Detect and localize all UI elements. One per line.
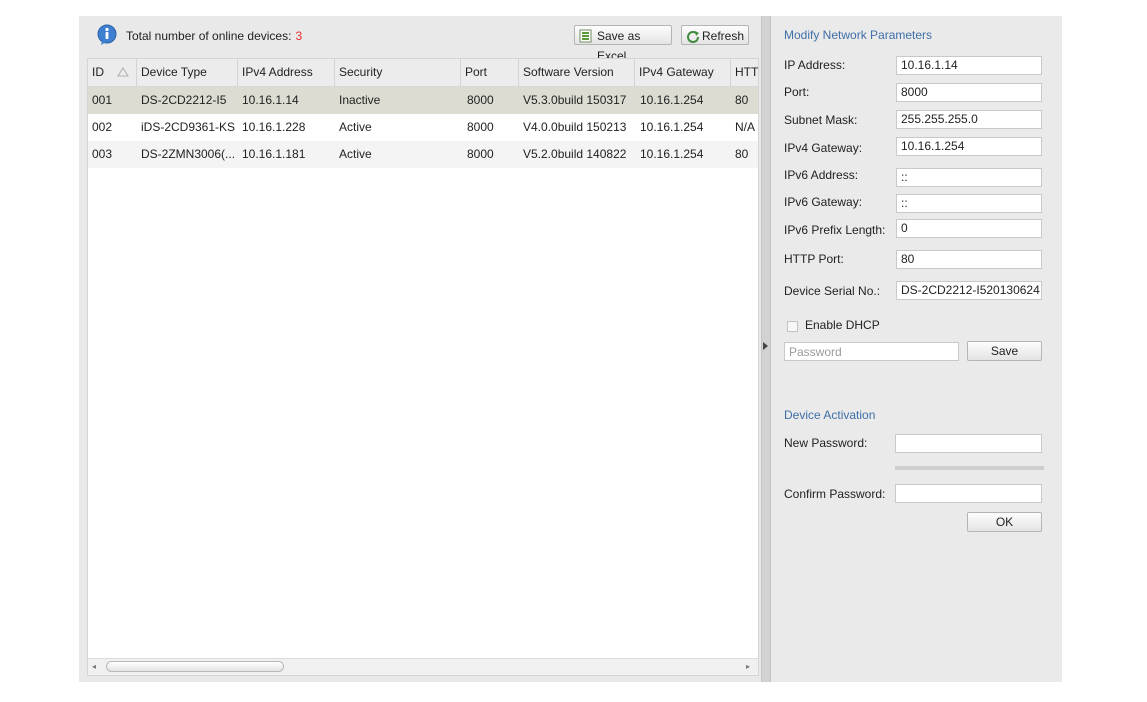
cell-http-port: N/A (735, 120, 756, 134)
cell-ipv4-address: 10.16.1.14 (242, 93, 299, 107)
new-password-label: New Password: (784, 436, 868, 450)
sadp-window: Total number of online devices: 3 Save as… (79, 16, 1062, 682)
ipv6-prefix-length-field[interactable]: 0 (896, 219, 1042, 238)
ok-button[interactable]: OK (967, 512, 1042, 532)
online-devices-label: Total number of online devices: 3 (126, 29, 303, 43)
cell-port: 8000 (467, 147, 494, 161)
modify-network-parameters-title: Modify Network Parameters (784, 28, 933, 42)
table-row[interactable]: 001 DS-2CD2212-I5 10.16.1.14 Inactive 80… (88, 87, 758, 114)
cell-port: 8000 (467, 93, 494, 107)
cell-security: Active (339, 120, 372, 134)
table-row[interactable]: 002 iDS-2CD9361-KS 10.16.1.228 Active 80… (88, 114, 758, 141)
table-header: ID Device Type IPv4 Address Security Por… (88, 59, 758, 87)
confirm-password-field[interactable] (895, 484, 1042, 503)
password-strength-bar (895, 466, 1044, 470)
column-header-ipv4-gateway[interactable]: IPv4 Gateway (635, 59, 731, 86)
http-port-field[interactable]: 80 (896, 250, 1042, 269)
scroll-left-arrow-icon[interactable]: ◂ (92, 662, 100, 672)
refresh-icon (687, 31, 699, 43)
cell-ipv4-gateway: 10.16.1.254 (640, 147, 704, 161)
column-header-port[interactable]: Port (461, 59, 519, 86)
cell-device-type: DS-2CD2212-I5 (141, 93, 227, 107)
cell-device-type: iDS-2CD9361-KS (141, 120, 236, 134)
cell-id: 003 (92, 147, 113, 161)
device-serial-field[interactable]: DS-2CD2212-I520130624 (896, 281, 1042, 300)
ipv6-prefix-length-label: IPv6 Prefix Length: (784, 223, 886, 237)
cell-security: Inactive (339, 93, 381, 107)
column-header-software-version[interactable]: Software Version (519, 59, 635, 86)
table-row[interactable]: 003 DS-2ZMN3006(... 10.16.1.181 Active 8… (88, 141, 758, 168)
cell-security: Active (339, 147, 372, 161)
sort-ascending-icon (117, 67, 129, 77)
column-header-http-port[interactable]: HTT (731, 59, 758, 86)
excel-icon (579, 29, 592, 43)
cell-port: 8000 (467, 120, 494, 134)
save-button[interactable]: Save (967, 341, 1042, 361)
password-input[interactable] (784, 342, 959, 361)
column-header-device-type[interactable]: Device Type (137, 59, 238, 86)
device-serial-label: Device Serial No.: (784, 284, 881, 298)
online-devices-count: 3 (295, 29, 303, 43)
enable-dhcp-label: Enable DHCP (805, 318, 880, 332)
cell-ipv4-address: 10.16.1.228 (242, 120, 306, 134)
column-header-ipv4-address[interactable]: IPv4 Address (238, 59, 335, 86)
collapse-arrow-icon[interactable] (763, 342, 768, 350)
cell-id: 002 (92, 120, 113, 134)
cell-ipv4-address: 10.16.1.181 (242, 147, 306, 161)
column-header-label: ID (92, 65, 104, 79)
device-list-pane: Total number of online devices: 3 Save as… (79, 16, 761, 682)
ipv6-address-label: IPv6 Address: (784, 168, 859, 182)
cell-ipv4-gateway: 10.16.1.254 (640, 120, 704, 134)
horizontal-scrollbar[interactable]: ◂ ▸ (88, 658, 758, 675)
http-port-label: HTTP Port: (784, 252, 844, 266)
cell-software-version: V5.3.0build 150317 (523, 93, 627, 107)
cell-http-port: 80 (735, 93, 749, 107)
ipv4-gateway-label: IPv4 Gateway: (784, 141, 863, 155)
subnet-mask-field[interactable]: 255.255.255.0 (896, 110, 1042, 129)
subnet-mask-label: Subnet Mask: (784, 113, 858, 127)
cell-device-type: DS-2ZMN3006(... (141, 147, 236, 161)
scrollbar-thumb[interactable] (106, 661, 284, 672)
ipv6-gateway-label: IPv6 Gateway: (784, 195, 863, 209)
port-field[interactable]: 8000 (896, 83, 1042, 102)
ipv4-gateway-field[interactable]: 10.16.1.254 (896, 137, 1042, 156)
device-activation-title: Device Activation (784, 408, 876, 422)
device-table: ID Device Type IPv4 Address Security Por… (87, 58, 759, 676)
cell-ipv4-gateway: 10.16.1.254 (640, 93, 704, 107)
ipv6-address-field[interactable]: :: (896, 168, 1042, 187)
save-as-excel-button[interactable]: Save as Excel (574, 25, 672, 63)
port-label: Port: (784, 85, 810, 99)
column-header-id[interactable]: ID (88, 59, 137, 86)
column-header-security[interactable]: Security (335, 59, 461, 86)
enable-dhcp-checkbox[interactable] (787, 321, 798, 332)
cell-software-version: V4.0.0build 150213 (523, 120, 627, 134)
info-icon (97, 24, 117, 45)
refresh-label: Refresh (702, 29, 745, 43)
device-toolbar: Total number of online devices: 3 Save as… (79, 16, 761, 63)
ipv6-gateway-field[interactable]: :: (896, 194, 1042, 213)
cell-http-port: 80 (735, 147, 749, 161)
confirm-password-label: Confirm Password: (784, 487, 886, 501)
cell-software-version: V5.2.0build 140822 (523, 147, 627, 161)
new-password-field[interactable] (895, 434, 1042, 453)
ip-address-field[interactable]: 10.16.1.14 (896, 56, 1042, 75)
pane-splitter[interactable] (761, 16, 771, 682)
refresh-button[interactable]: Refresh (681, 25, 749, 45)
ip-address-label: IP Address: (784, 58, 846, 72)
scroll-right-arrow-icon[interactable]: ▸ (746, 662, 754, 672)
cell-id: 001 (92, 93, 113, 107)
network-parameters-panel: Modify Network Parameters IP Address: 10… (771, 16, 1062, 682)
